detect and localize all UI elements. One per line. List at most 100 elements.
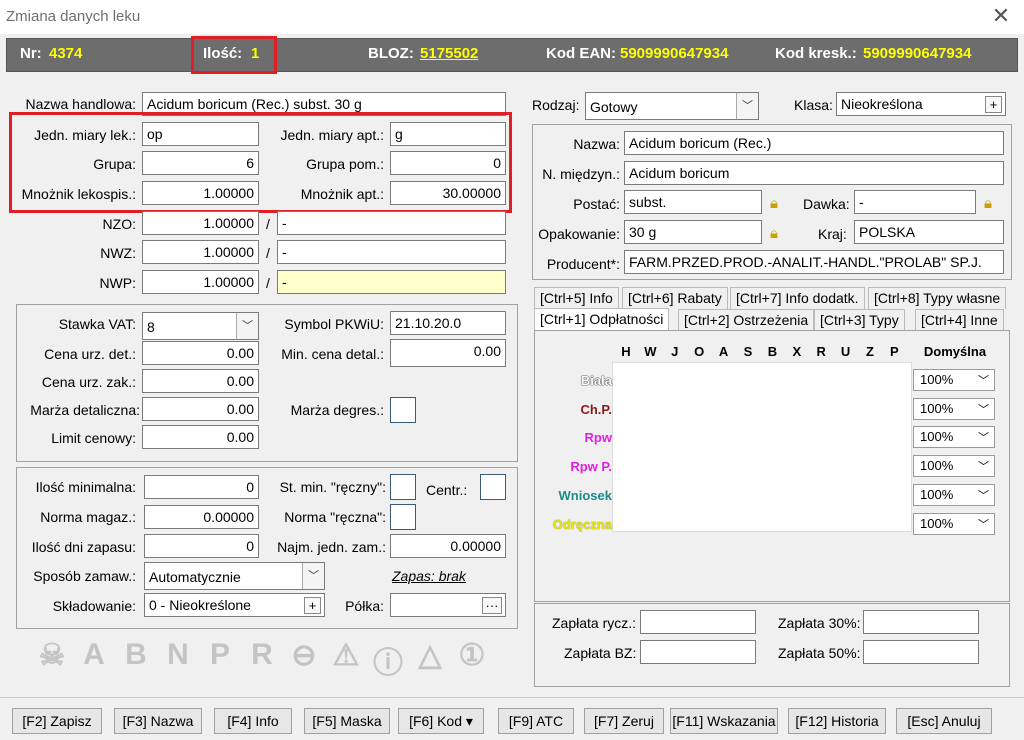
dawka-input[interactable]: -	[854, 190, 976, 214]
tab-ostrzezenia[interactable]: [Ctrl+2] Ostrzeżenia	[678, 309, 815, 331]
nwp-label: NWP:	[99, 275, 136, 291]
tab-rabaty[interactable]: [Ctrl+6] Rabaty	[622, 287, 728, 309]
marza-degres-checkbox[interactable]	[390, 397, 416, 423]
save-button[interactable]: [F2] Zapisz	[12, 708, 102, 734]
nzo-input[interactable]: 1.00000	[142, 211, 259, 235]
bloz-link[interactable]: 5175502	[420, 45, 478, 62]
number-one-icon: ①	[458, 639, 486, 672]
nzo-desc-input[interactable]: -	[277, 211, 506, 235]
default-percent-select[interactable]: 100% ﹀	[913, 455, 995, 478]
grupa-pom-input[interactable]: 0	[390, 151, 506, 175]
producent-input[interactable]: FARM.PRZED.PROD.-ANALIT.-HANDL."PROLAB" …	[624, 250, 1004, 274]
plus-icon[interactable]: +	[985, 96, 1002, 113]
zaplata-50-label: Zapłata 50%:	[778, 645, 861, 661]
centr-checkbox[interactable]	[480, 474, 506, 500]
lock-icon[interactable]: 🔒︎	[984, 195, 992, 212]
zaplata-rycz-input[interactable]	[640, 610, 756, 634]
chevron-down-icon: ﹀	[978, 461, 989, 474]
info-button[interactable]: [F4] Info	[214, 708, 292, 734]
nzo-label: NZO:	[102, 216, 136, 232]
zaplata-50-input[interactable]	[863, 640, 979, 664]
grupa-input[interactable]: 6	[142, 151, 259, 175]
jedn-miary-lek-label: Jedn. miary lek.:	[34, 127, 136, 143]
cena-zak-input[interactable]: 0.00	[142, 369, 259, 393]
tab-inne[interactable]: [Ctrl+4] Inne	[915, 309, 1004, 331]
nwz-input[interactable]: 1.00000	[142, 240, 259, 264]
mnoznik-lekospis-input[interactable]: 1.00000	[142, 181, 259, 205]
lock-icon[interactable]: 🔒︎	[770, 195, 778, 212]
history-button[interactable]: [F12] Historia	[788, 708, 886, 734]
tab-typy[interactable]: [Ctrl+3] Typy	[814, 309, 905, 331]
tab-odplatnosci[interactable]: [Ctrl+1] Odpłatności	[534, 308, 670, 330]
tab-info[interactable]: [Ctrl+5] Info	[534, 287, 619, 309]
default-percent-value: 100%	[920, 429, 954, 445]
code-dropdown-button[interactable]: [F6] Kod ▾	[398, 708, 484, 734]
nwp-input[interactable]: 1.00000	[142, 270, 259, 294]
default-percent-value: 100%	[920, 515, 954, 531]
cena-det-input[interactable]: 0.00	[142, 341, 259, 365]
skull-icon: ☠	[38, 639, 66, 672]
nwp-desc-input[interactable]: -	[277, 270, 506, 294]
ellipsis-button[interactable]: ···	[482, 597, 502, 614]
min-cena-input[interactable]: 0.00	[390, 339, 506, 367]
ilosc-min-input[interactable]: 0	[144, 475, 259, 499]
st-min-checkbox[interactable]	[390, 474, 416, 500]
default-percent-select[interactable]: 100% ﹀	[913, 369, 995, 391]
miedzyn-input[interactable]: Acidum boricum	[624, 161, 1004, 185]
skladowanie-input[interactable]: 0 - Nieokreślone +	[144, 593, 325, 617]
reset-button[interactable]: [F7] Zeruj	[584, 708, 664, 734]
default-percent-select[interactable]: 100% ﹀	[913, 512, 995, 535]
pkwiu-input[interactable]: 21.10.20.0	[390, 311, 506, 335]
polka-input[interactable]: ···	[390, 593, 506, 617]
klasa-value: Nieokreślona	[841, 96, 923, 112]
default-percent-value: 100%	[920, 458, 954, 474]
sposob-select[interactable]: Automatycznie ﹀	[144, 562, 325, 590]
grid-row-label: Biała	[580, 373, 612, 388]
norma-reczna-checkbox[interactable]	[390, 504, 416, 530]
kraj-label: Kraj:	[818, 226, 847, 242]
default-percent-select[interactable]: 100% ﹀	[913, 426, 995, 449]
close-button[interactable]: ✕	[988, 4, 1014, 28]
plus-icon[interactable]: +	[304, 597, 321, 614]
sposob-value: Automatycznie	[149, 569, 241, 585]
kresk-label: Kod kresk.:	[775, 45, 857, 62]
default-percent-select[interactable]: 100% ﹀	[913, 483, 995, 506]
grid-row-label: Ch.P.	[580, 401, 612, 417]
limit-input[interactable]: 0.00	[142, 425, 259, 449]
chevron-down-icon: ﹀	[302, 563, 324, 589]
vat-label: Stawka VAT:	[58, 316, 136, 332]
zaplata-30-input[interactable]	[863, 610, 979, 634]
cena-det-label: Cena urz. det.:	[44, 346, 136, 362]
grid-col-z: Z	[866, 344, 874, 359]
opakowanie-input[interactable]: 30 g	[624, 220, 762, 244]
nazwa-input[interactable]: Acidum boricum (Rec.)	[624, 131, 1004, 155]
cancel-button[interactable]: [Esc] Anuluj	[896, 708, 992, 734]
jedn-miary-lek-input[interactable]: op	[142, 122, 259, 146]
name-button[interactable]: [F3] Nazwa	[114, 708, 202, 734]
default-percent-select[interactable]: 100% ﹀	[913, 397, 995, 420]
letter-b-icon: B	[125, 638, 147, 671]
nwz-desc-input[interactable]: -	[277, 240, 506, 264]
rodzaj-select[interactable]: Gotowy ﹀	[585, 92, 759, 120]
zaplata-bz-input[interactable]	[640, 640, 756, 664]
lock-icon[interactable]: 🔒︎	[770, 225, 778, 242]
mask-button[interactable]: [F5] Maska	[304, 708, 390, 734]
chevron-down-icon: ﹀	[236, 313, 258, 339]
dni-zapasu-input[interactable]: 0	[144, 534, 259, 558]
norma-input[interactable]: 0.00000	[144, 505, 259, 529]
rodzaj-value: Gotowy	[590, 99, 638, 115]
alert-triangle-icon: △	[418, 639, 442, 672]
tab-typy-wlasne[interactable]: [Ctrl+8] Typy własne	[868, 287, 1007, 309]
postac-input[interactable]: subst.	[624, 190, 762, 214]
najm-jedn-input[interactable]: 0.00000	[390, 534, 506, 558]
indications-button[interactable]: [F11] Wskazania	[670, 708, 778, 734]
klasa-input[interactable]: Nieokreślona +	[836, 92, 1006, 116]
tab-info-dodatk[interactable]: [Ctrl+7] Info dodatk.	[730, 287, 865, 309]
zapasy-link[interactable]: Zapas: brak	[392, 568, 466, 584]
kraj-input[interactable]: POLSKA	[854, 220, 1004, 244]
vat-select[interactable]: 8 ﹀	[142, 312, 259, 340]
mnoznik-apt-input[interactable]: 30.00000	[390, 181, 506, 205]
atc-button[interactable]: [F9] ATC	[498, 708, 574, 734]
marza-det-input[interactable]: 0.00	[142, 397, 259, 421]
jedn-miary-apt-input[interactable]: g	[390, 122, 506, 146]
